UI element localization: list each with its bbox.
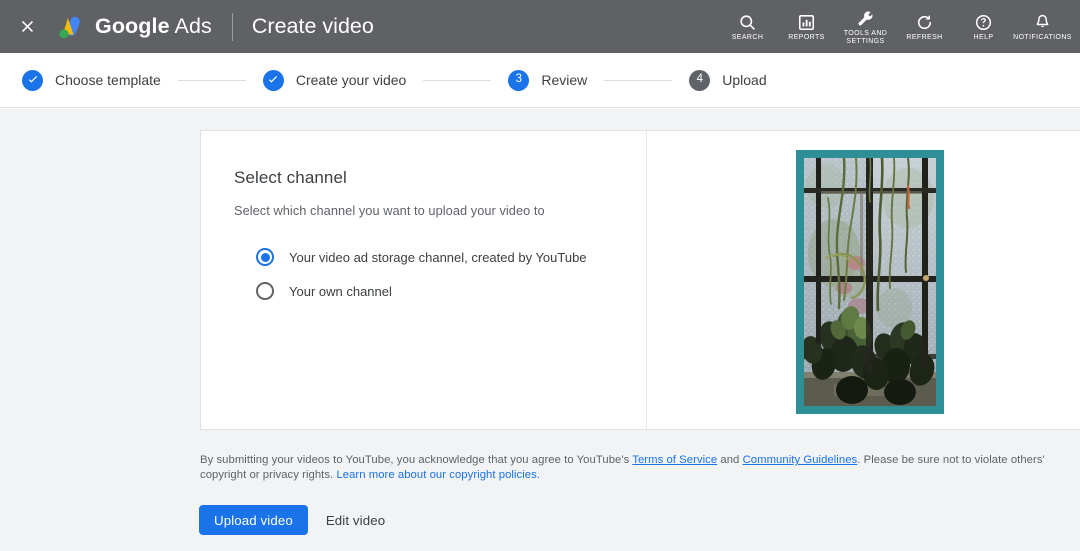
brand-ads: Ads <box>174 14 212 38</box>
app-bar: Google Ads Create video SEARCH REPORTS T… <box>0 0 1080 53</box>
check-icon <box>28 76 37 83</box>
header-divider <box>231 12 233 41</box>
video-preview-thumbnail[interactable] <box>796 150 944 414</box>
reports-icon <box>797 13 816 32</box>
select-channel-card: Select channel Select which channel you … <box>200 130 1080 430</box>
step-2-badge <box>262 69 284 91</box>
video-preview-image <box>804 158 936 406</box>
step-4-label: Upload <box>722 72 767 88</box>
radio-option-storage-channel[interactable]: Your video ad storage channel, created b… <box>234 240 646 274</box>
edit-video-button[interactable]: Edit video <box>314 505 397 535</box>
step-4-number: 4 <box>696 73 703 86</box>
progress-stepper: Choose template Create your video 3 Revi… <box>0 53 1080 108</box>
terms-of-service-link[interactable]: Terms of Service <box>632 454 717 466</box>
notifications-button[interactable]: NOTIFICATIONS <box>1013 0 1072 53</box>
step-1-label: Choose template <box>55 72 161 88</box>
community-guidelines-link[interactable]: Community Guidelines <box>743 454 858 466</box>
radio-option-1-label: Your own channel <box>289 283 392 299</box>
copyright-policies-link[interactable]: Learn more about our copyright policies. <box>336 469 540 481</box>
main-content: Select channel Select which channel you … <box>0 109 1080 551</box>
step-1-badge <box>22 69 43 91</box>
card-right-pane <box>647 131 1080 429</box>
brand-block[interactable]: Google Ads <box>54 12 212 42</box>
notifications-label: NOTIFICATIONS <box>1013 33 1072 41</box>
refresh-label: REFRESH <box>906 33 943 41</box>
close-button[interactable] <box>0 0 54 53</box>
section-subtitle: Select which channel you want to upload … <box>234 203 545 218</box>
radio-own-channel-icon[interactable] <box>256 282 274 300</box>
help-button[interactable]: HELP <box>954 0 1013 53</box>
help-label: HELP <box>973 33 994 41</box>
step-3-number: 3 <box>515 73 523 86</box>
step-4-badge: 4 <box>689 69 711 91</box>
search-icon <box>738 13 757 32</box>
refresh-button[interactable]: REFRESH <box>895 0 954 53</box>
radio-option-own-channel[interactable]: Your own channel <box>234 274 646 308</box>
step-choose-template[interactable]: Choose template <box>22 69 161 91</box>
step-3-badge: 3 <box>508 69 530 91</box>
step-connector-3 <box>604 79 673 81</box>
step-review[interactable]: 3 Review <box>508 69 588 91</box>
bell-icon <box>1033 13 1052 32</box>
legal-part-1: By submitting your videos to YouTube, yo… <box>200 454 633 466</box>
refresh-icon <box>915 13 934 32</box>
step-upload[interactable]: 4 Upload <box>689 69 767 91</box>
legal-part-2: and <box>717 454 743 466</box>
step-create-your-video[interactable]: Create your video <box>262 69 407 91</box>
step-3-label: Review <box>541 72 588 88</box>
brand-name: Google Ads <box>95 14 212 39</box>
search-button[interactable]: SEARCH <box>718 0 777 53</box>
close-icon <box>18 17 37 36</box>
reports-label: REPORTS <box>788 33 825 41</box>
reports-button[interactable]: REPORTS <box>777 0 836 53</box>
tools-and-settings-label: TOOLS AND SETTINGS <box>843 29 888 46</box>
action-bar: Upload video Edit video <box>199 505 397 535</box>
appbar-tools: SEARCH REPORTS TOOLS AND SETTINGS REFRES… <box>718 0 1080 53</box>
wrench-icon <box>856 9 875 28</box>
radio-storage-channel-icon[interactable] <box>256 248 274 266</box>
card-left-pane: Select channel Select which channel you … <box>201 131 647 429</box>
brand-google: Google <box>95 14 170 38</box>
step-connector-2 <box>423 79 492 81</box>
page-title: Create video <box>251 14 374 38</box>
upload-video-button[interactable]: Upload video <box>199 505 308 535</box>
legal-disclaimer: By submitting your videos to YouTube, yo… <box>200 453 1064 482</box>
google-ads-logo-icon <box>54 12 84 42</box>
section-title: Select channel <box>234 168 347 187</box>
channel-radio-group: Your video ad storage channel, created b… <box>234 240 646 308</box>
help-icon <box>974 13 993 32</box>
step-connector-1 <box>177 79 246 81</box>
radio-option-0-label: Your video ad storage channel, created b… <box>289 249 587 265</box>
check-icon <box>269 76 278 83</box>
search-label: SEARCH <box>731 33 764 41</box>
step-2-label: Create your video <box>295 72 407 88</box>
window-cactus-photo <box>804 158 936 406</box>
tools-and-settings-button[interactable]: TOOLS AND SETTINGS <box>836 0 895 53</box>
